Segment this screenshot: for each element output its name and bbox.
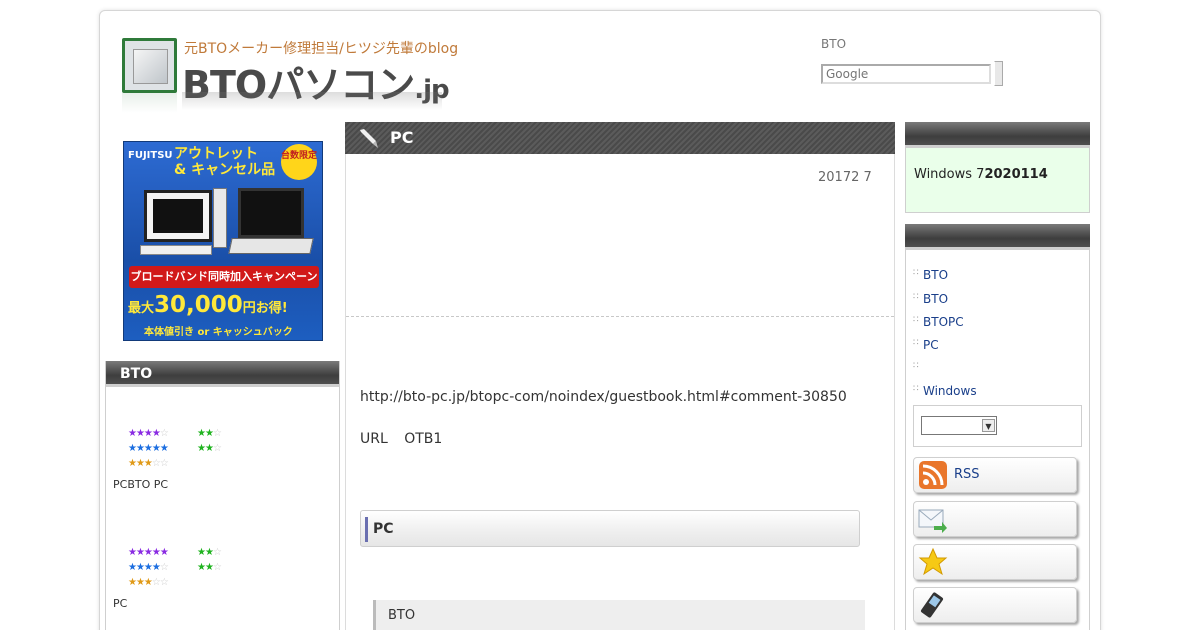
cpu-logo-icon[interactable] [122,38,177,93]
banner-limited-badge: 台数限定 [281,144,317,180]
rating-stars: ★★★☆☆ [128,577,169,588]
rating-stars: ★★★★★ [128,443,169,454]
category-link[interactable]: PC [913,338,939,352]
article-title: PC [390,128,414,147]
laptop-base-icon [228,238,314,254]
left-widget-box [105,361,340,630]
article-text: URL OTB1 [360,431,443,447]
chevron-down-icon[interactable]: ▼ [982,419,995,432]
rating-stars: ★★☆ [197,443,222,454]
category-link[interactable]: BTO [913,292,948,306]
star-icon [918,547,948,576]
pc-tower-icon [213,188,227,248]
banner-big-amount: 30,000 [154,292,243,318]
rating-stars: ★★★★☆ [128,562,169,573]
banner-brand: FUJITSU [128,150,173,161]
banner-subtext: 本体値引き or キャッシュバック [144,327,293,338]
banner-big-suffix: 円お得! [242,301,288,316]
rating-stars: ★★☆ [197,428,222,439]
rss-label: RSS [954,467,980,482]
category-link[interactable]: BTOPC [913,315,964,329]
logo-text-reflection [182,92,442,110]
search-label: BTO [821,37,847,51]
category-link[interactable]: BTO [913,268,948,282]
banner-big-prefix: 最大 [128,301,155,316]
right-widget-bar [905,122,1090,148]
rss-button[interactable]: RSS [913,457,1077,493]
rating-stars: ★★★★☆ [128,428,169,439]
pen-icon [360,129,378,148]
banner-headline-line1: アウトレット [174,146,258,162]
article-title-bar: PC [345,122,895,154]
desktop-monitor-icon [144,190,212,242]
section-heading: PC [360,510,860,547]
article-date: 20172 7 [818,170,872,185]
logo-reflection [122,93,177,113]
mail-icon [918,509,947,533]
search-submit-button[interactable] [994,61,1003,86]
rating-caption: PCBTO PC [113,478,169,491]
rating-stars: ★★★☆☆ [128,458,169,469]
banner-headline: アウトレット & キャンセル品 [174,146,275,178]
banner-headline-line2: & キャンセル品 [174,162,276,178]
windows-notice: Windows 72020114 [905,148,1090,213]
rating-caption: PC [113,597,128,610]
right-widget-bar [905,224,1090,250]
rating-stars: ★★☆ [197,547,222,558]
category-link[interactable]: Windows [913,384,977,398]
fujitsu-outlet-banner[interactable]: FUJITSU アウトレット & キャンセル品 台数限定 ブロードバンド同時加入… [123,141,323,341]
mobile-button[interactable] [913,587,1077,623]
banner-discount: 最大30,000円お得! [128,292,288,318]
mobile-phone-icon [920,592,944,618]
rating-stars: ★★★★★ [128,547,169,558]
keyboard-icon [140,245,212,255]
notice-date: 2020114 [984,167,1048,182]
rss-icon [919,461,947,489]
article-divider [346,316,894,317]
mail-button[interactable] [913,501,1077,537]
laptop-screen-icon [238,188,304,238]
rating-stars: ★★☆ [197,562,222,573]
favorite-button[interactable] [913,544,1077,580]
article-url[interactable]: http://bto-pc.jp/btopc-com/noindex/guest… [360,389,847,405]
article-quote: BTO [373,600,865,630]
archive-select[interactable]: ▼ [921,416,997,435]
notice-text: Windows 7 [914,167,985,182]
google-search-input[interactable] [821,64,991,84]
banner-ribbon: ブロードバンド同時加入キャンペーン [129,266,319,288]
